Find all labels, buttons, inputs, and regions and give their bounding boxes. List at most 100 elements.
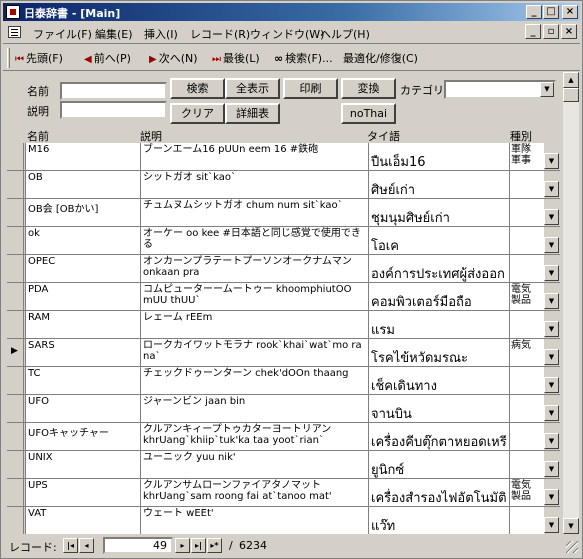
doc-close-button[interactable]: × (561, 24, 577, 39)
nothai-button[interactable]: noThai (341, 103, 396, 124)
next-record-button[interactable]: ▶ 次へ(N) (149, 50, 198, 66)
type-dropdown-icon[interactable]: ▼ (544, 321, 559, 337)
search-button[interactable]: ∞ 検索(F)... (274, 50, 333, 66)
cell-thai[interactable]: ปืนเอ็ม16 (368, 143, 509, 170)
cell-name[interactable]: M16 (25, 143, 140, 170)
status-first-button[interactable]: |◂ (63, 538, 78, 553)
cell-type[interactable]: 病気 (509, 339, 544, 366)
type-dropdown-icon[interactable]: ▼ (544, 405, 559, 421)
cell-thai[interactable]: องค์การประเทศผู้ส่งออก (368, 255, 509, 282)
record-selector[interactable]: ▶ (7, 339, 24, 366)
menu-window[interactable]: ウィンドウ(W) (250, 26, 324, 42)
document-icon[interactable] (8, 26, 21, 38)
table-row[interactable]: OPEC オンカーンプラテートプーソンオークナムマン onkaan pra องค์… (7, 255, 560, 283)
cell-type[interactable] (509, 395, 544, 422)
record-selector[interactable] (7, 451, 24, 478)
record-selector[interactable] (7, 143, 24, 170)
cell-description[interactable]: ウェート wEEt' (140, 507, 368, 534)
type-dropdown-icon[interactable]: ▼ (544, 209, 559, 225)
cell-description[interactable]: オンカーンプラテートプーソンオークナムマン onkaan pra (140, 255, 368, 282)
type-dropdown-icon[interactable]: ▼ (544, 377, 559, 393)
status-last-button[interactable]: ▸| (191, 538, 206, 553)
record-selector[interactable] (7, 423, 24, 450)
doc-restore-button[interactable]: ▫ (543, 24, 559, 39)
doc-minimize-button[interactable]: _ (525, 24, 541, 39)
detail-button[interactable]: 詳細表 (225, 103, 280, 124)
cell-type[interactable] (509, 451, 544, 478)
table-row[interactable]: UFO ジャーンビン jaan bin จานบิน ▼ (7, 395, 560, 423)
cell-thai[interactable]: ยูนิกซ์ (368, 451, 509, 478)
cell-thai[interactable]: ชุมนุมศิษย์เก่า (368, 199, 509, 226)
cell-description[interactable]: ジャーンビン jaan bin (140, 395, 368, 422)
cell-name[interactable]: PDA (25, 283, 140, 310)
table-row[interactable]: M16 ブーンエーム16 pUUn eem 16 #鉄砲 ปืนเอ็ม16 軍隊 軍… (7, 143, 560, 171)
cell-thai[interactable]: แว๊ท (368, 507, 509, 534)
first-record-button[interactable]: ⏮ 先頭(F) (15, 50, 63, 66)
table-row[interactable]: ok オーケー oo kee #日本語と同じ感覚で使用できる โอเค ▼ (7, 227, 560, 255)
cell-name[interactable]: UPS (25, 479, 140, 506)
cell-thai[interactable]: เครื่องคีบตุ๊กตาหยอดเหรี (368, 423, 509, 450)
resize-grip[interactable] (566, 541, 578, 553)
status-next-button[interactable]: ▸ (175, 538, 190, 553)
current-record-input[interactable]: 49 (103, 537, 173, 554)
status-new-button[interactable]: ▸* (207, 538, 222, 553)
cell-type[interactable] (509, 171, 544, 198)
cell-description[interactable]: コムピューターームートゥー khoomphiutOO mUU thUU` (140, 283, 368, 310)
type-dropdown-icon[interactable]: ▼ (544, 181, 559, 197)
record-selector[interactable] (7, 227, 24, 254)
cell-thai[interactable]: แรม (368, 311, 509, 338)
cell-name[interactable]: OB会 [OBかい] (25, 199, 140, 226)
cell-description[interactable]: クルアンサムローンファイアタノマット khrUang`sam roong fai… (140, 479, 368, 506)
cell-type[interactable] (509, 199, 544, 226)
type-dropdown-icon[interactable]: ▼ (544, 265, 559, 281)
cell-description[interactable]: レェーム rEEm (140, 311, 368, 338)
cell-name[interactable]: OPEC (25, 255, 140, 282)
menu-file[interactable]: ファイル(F) (33, 26, 92, 42)
cell-thai[interactable]: โอเค (368, 227, 509, 254)
table-row[interactable]: ▶ SARS ロークカイワットモラナ rook`khai`wat`mo ra na`… (7, 339, 560, 367)
table-row[interactable]: UNIX ユーニック yuu nik' ยูนิกซ์ ▼ (7, 451, 560, 479)
menu-record[interactable]: レコード(R) (190, 26, 250, 42)
record-selector[interactable] (7, 283, 24, 310)
cell-type[interactable] (509, 227, 544, 254)
table-row[interactable]: RAM レェーム rEEm แรม ▼ (7, 311, 560, 339)
cell-type[interactable] (509, 423, 544, 450)
chevron-down-icon[interactable]: ▼ (540, 82, 554, 97)
cell-type[interactable] (509, 311, 544, 338)
previous-record-button[interactable]: ◀ 前へ(P) (84, 50, 131, 66)
cell-thai[interactable]: โรคไข้หวัดมรณะ (368, 339, 509, 366)
cell-name[interactable]: UFOキャッチャー (25, 423, 140, 450)
cell-name[interactable]: VAT (25, 507, 140, 534)
scroll-down-icon[interactable]: ▼ (563, 518, 579, 534)
scroll-up-icon[interactable]: ▲ (563, 72, 579, 88)
cell-type[interactable]: 軍隊 軍事 (509, 143, 544, 170)
cell-description[interactable]: オーケー oo kee #日本語と同じ感覚で使用できる (140, 227, 368, 254)
table-row[interactable]: TC チェックドゥーンターン chek'dOOn thaang เช็คเดินทา… (7, 367, 560, 395)
record-selector[interactable] (7, 507, 24, 534)
table-row[interactable]: PDA コムピューターームートゥー khoomphiutOO mUU thUU` ค… (7, 283, 560, 311)
convert-button[interactable]: 変換 (341, 78, 396, 99)
cell-name[interactable]: UFO (25, 395, 140, 422)
type-dropdown-icon[interactable]: ▼ (544, 237, 559, 253)
type-dropdown-icon[interactable]: ▼ (544, 293, 559, 309)
cell-description[interactable]: ロークカイワットモラナ rook`khai`wat`mo ra na` (140, 339, 368, 366)
cell-type[interactable] (509, 507, 544, 534)
type-dropdown-icon[interactable]: ▼ (544, 349, 559, 365)
menu-insert[interactable]: 挿入(I) (144, 26, 178, 42)
show-all-button[interactable]: 全表示 (225, 78, 280, 99)
description-input[interactable] (60, 101, 167, 119)
category-select[interactable]: ▼ (444, 80, 556, 99)
cell-description[interactable]: ユーニック yuu nik' (140, 451, 368, 478)
menu-help[interactable]: ヘルプ(H) (320, 26, 370, 42)
minimize-button[interactable]: _ (526, 5, 542, 19)
type-dropdown-icon[interactable]: ▼ (544, 433, 559, 449)
cell-description[interactable]: ブーンエーム16 pUUn eem 16 #鉄砲 (140, 143, 368, 170)
cell-description[interactable]: シットガオ sit`kao` (140, 171, 368, 198)
cell-thai[interactable]: ศิษย์เก่า (368, 171, 509, 198)
last-record-button[interactable]: ⏭ 最後(L) (212, 50, 260, 66)
cell-description[interactable]: チェックドゥーンターン chek'dOOn thaang (140, 367, 368, 394)
vertical-scrollbar[interactable]: ▲ ▼ (563, 72, 579, 534)
name-input[interactable] (60, 82, 167, 100)
cell-name[interactable]: UNIX (25, 451, 140, 478)
type-dropdown-icon[interactable]: ▼ (544, 461, 559, 477)
